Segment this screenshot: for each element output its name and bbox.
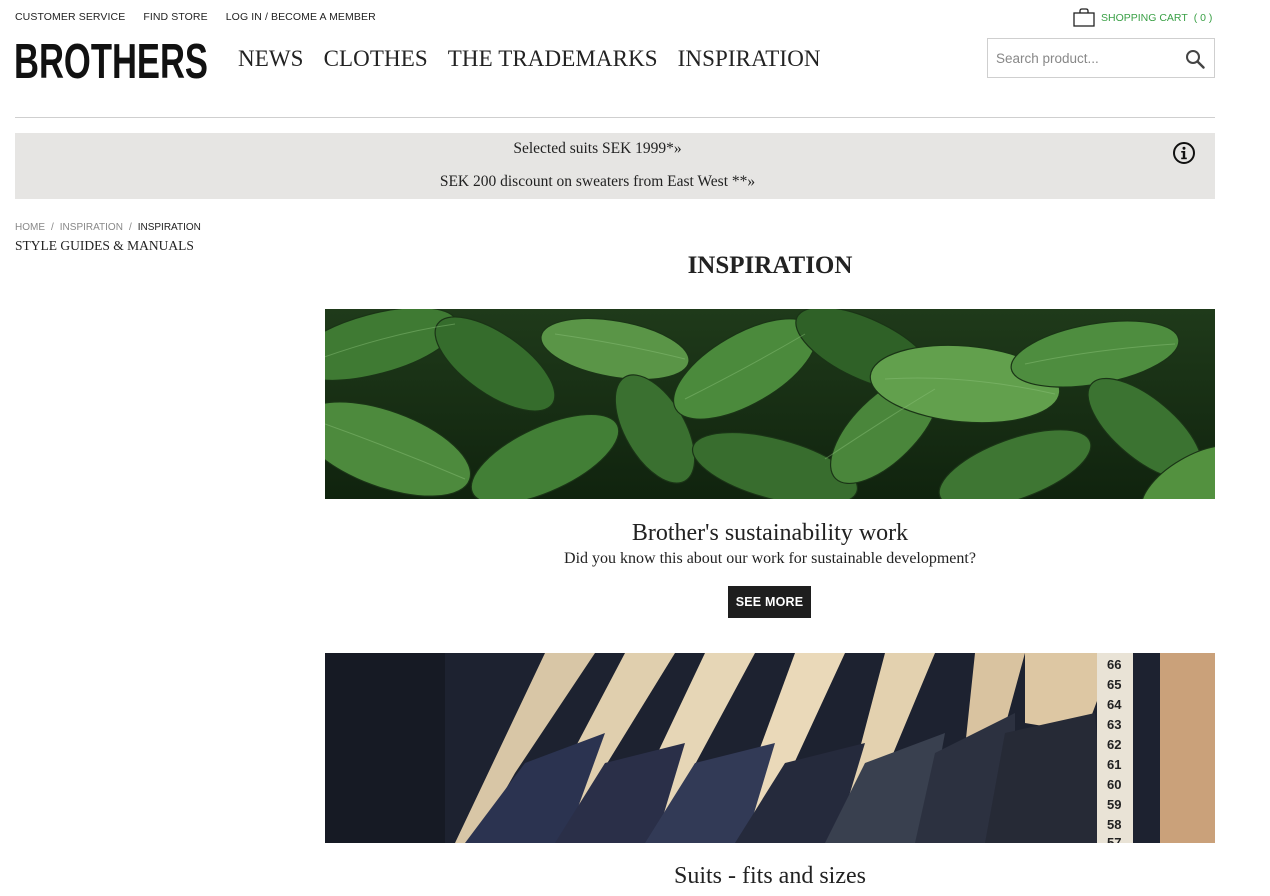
nav-clothes[interactable]: CLOTHES (324, 46, 428, 72)
cart-count: ( 0 ) (1193, 11, 1213, 24)
utility-nav: CUSTOMER SERVICE FIND STORE LOG IN / BEC… (15, 11, 376, 23)
info-icon[interactable] (1172, 141, 1196, 165)
login-link[interactable]: LOG IN / BECOME A MEMBER (226, 11, 376, 23)
nav-inspiration[interactable]: INSPIRATION (678, 46, 821, 72)
breadcrumb-home[interactable]: HOME (15, 222, 45, 233)
shopping-cart-link[interactable]: SHOPPING CART ( 0 ) (1073, 8, 1212, 27)
brand-logo[interactable]: BROTHERS (14, 34, 210, 84)
cart-label: SHOPPING CART (1101, 11, 1188, 24)
svg-text:60: 60 (1107, 777, 1121, 792)
search-icon (1186, 50, 1205, 69)
svg-text:63: 63 (1107, 717, 1121, 732)
breadcrumb-current: INSPIRATION (137, 222, 201, 233)
svg-text:62: 62 (1107, 737, 1121, 752)
breadcrumb-inspiration[interactable]: INSPIRATION (60, 222, 123, 233)
breadcrumb-separator: / (128, 222, 132, 233)
sustainability-image[interactable] (325, 309, 1215, 499)
page-title: INSPIRATION (687, 252, 853, 279)
logo-text: BROTHERS (14, 35, 208, 84)
breadcrumb-separator: / (51, 222, 54, 233)
promo-banner: Selected suits SEK 1999*» SEK 200 discou… (15, 133, 1215, 199)
nav-trademarks[interactable]: THE TRADEMARKS (448, 46, 658, 72)
svg-text:59: 59 (1107, 797, 1121, 812)
breadcrumb: HOME / INSPIRATION / INSPIRATION (15, 222, 201, 233)
svg-text:66: 66 (1107, 657, 1121, 672)
main-nav: NEWS CLOTHES THE TRADEMARKS INSPIRATION (238, 46, 821, 72)
svg-text:65: 65 (1107, 677, 1121, 692)
customer-service-link[interactable]: CUSTOMER SERVICE (15, 11, 125, 23)
search-box (987, 38, 1215, 78)
shopping-bag-icon (1073, 8, 1095, 27)
svg-text:58: 58 (1107, 817, 1121, 832)
header-divider (15, 117, 1215, 118)
nav-news[interactable]: NEWS (238, 46, 304, 72)
svg-text:64: 64 (1107, 697, 1122, 712)
sidebar-item-style-guides[interactable]: STYLE GUIDES & MANUALS (15, 238, 194, 254)
svg-text:57: 57 (1107, 835, 1121, 843)
promo-suits-link[interactable]: Selected suits SEK 1999*» (15, 140, 1180, 158)
svg-text:61: 61 (1107, 757, 1121, 772)
card-subtitle: Did you know this about our work for sus… (564, 550, 976, 567)
see-more-button[interactable]: SEE MORE (728, 586, 811, 618)
search-input[interactable] (988, 39, 1174, 77)
promo-sweaters-link[interactable]: SEK 200 discount on sweaters from East W… (15, 173, 1180, 191)
card-title[interactable]: Suits - fits and sizes (325, 863, 1215, 890)
card-title[interactable]: Brother's sustainability work (325, 520, 1215, 547)
search-button[interactable] (1185, 49, 1205, 69)
suits-image[interactable]: 66 65 64 63 62 61 60 59 58 57 (325, 653, 1215, 843)
find-store-link[interactable]: FIND STORE (143, 11, 207, 23)
